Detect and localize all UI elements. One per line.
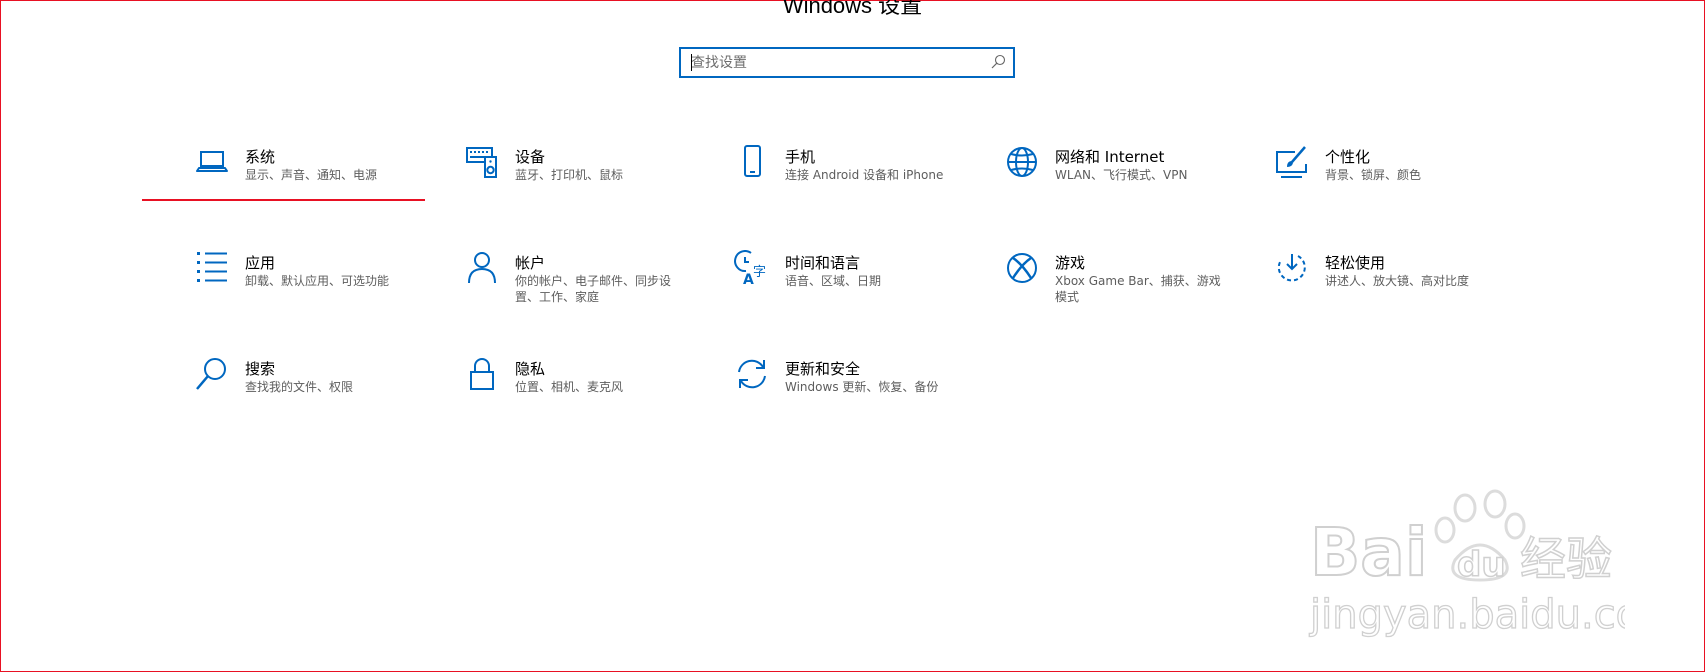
tile-phone[interactable]: 手机 连接 Android 设备和 iPhone: [682, 144, 952, 234]
svg-text:字: 字: [753, 265, 766, 280]
selected-tile-indicator: [142, 199, 425, 201]
tile-desc: 查找我的文件、权限: [245, 380, 354, 394]
window-title: Windows 设置: [782, 0, 923, 18]
tile-system[interactable]: 系统 显示、声音、通知、电源: [142, 144, 412, 234]
tile-name: 手机: [785, 148, 816, 166]
tile-accounts[interactable]: 帐户 你的帐户、电子邮件、同步设置、工作、家庭: [412, 250, 682, 340]
xbox-icon: [1004, 250, 1040, 286]
tile-name: 隐私: [515, 360, 546, 378]
tile-search[interactable]: 搜索 查找我的文件、权限: [142, 356, 412, 446]
tile-desc: 背景、锁屏、颜色: [1325, 168, 1422, 182]
tile-desc: Xbox Game Bar、捕获、游戏模式: [1055, 274, 1221, 304]
tile-ease-of-access[interactable]: 轻松使用 讲述人、放大镜、高对比度: [1222, 250, 1492, 340]
tile-update-security[interactable]: 更新和安全 Windows 更新、恢复、备份: [682, 356, 952, 446]
time-language-icon: A字: [734, 250, 770, 288]
person-icon: [464, 250, 500, 286]
laptop-icon: [194, 144, 230, 180]
watermark-brand: Bai: [1310, 514, 1427, 591]
search-box[interactable]: [679, 47, 1015, 78]
tile-devices[interactable]: 设备 蓝牙、打印机、鼠标: [412, 144, 682, 234]
tile-desc: 连接 Android 设备和 iPhone: [785, 168, 944, 182]
tile-name: 轻松使用: [1325, 254, 1386, 272]
tile-gaming[interactable]: 游戏 Xbox Game Bar、捕获、游戏模式: [952, 250, 1222, 340]
tile-name: 设备: [515, 148, 546, 166]
tile-network[interactable]: 网络和 Internet WLAN、飞行模式、VPN: [952, 144, 1222, 234]
tile-privacy[interactable]: 隐私 位置、相机、麦克风: [412, 356, 682, 446]
tile-time-language[interactable]: A字 时间和语言 语音、区域、日期: [682, 250, 952, 340]
search-icon[interactable]: [990, 54, 1006, 70]
keyboard-speaker-icon: [464, 144, 500, 180]
tile-name: 游戏: [1055, 254, 1086, 272]
tile-name: 帐户: [515, 254, 546, 272]
tile-desc: 卸载、默认应用、可选功能: [245, 274, 390, 288]
watermark-brand-cn: 经验: [1520, 532, 1612, 586]
baidu-watermark-logo: Bai du 经验 jingyan.baidu.com: [1308, 489, 1625, 639]
tile-name: 个性化: [1325, 148, 1371, 166]
watermark-brand-du: du: [1457, 545, 1506, 585]
tile-name: 时间和语言: [785, 254, 861, 272]
app-list-icon: [194, 250, 230, 286]
tile-apps[interactable]: 应用 卸载、默认应用、可选功能: [142, 250, 412, 340]
tile-name: 应用: [245, 254, 276, 272]
tile-desc: 讲述人、放大镜、高对比度: [1325, 274, 1470, 288]
tile-desc: 你的帐户、电子邮件、同步设置、工作、家庭: [515, 274, 672, 304]
tile-desc: WLAN、飞行模式、VPN: [1055, 168, 1188, 182]
watermark-url: jingyan.baidu.com: [1309, 592, 1625, 638]
tile-desc: 语音、区域、日期: [785, 274, 882, 288]
tile-personalization[interactable]: 个性化 背景、锁屏、颜色: [1222, 144, 1492, 234]
tile-desc: 显示、声音、通知、电源: [245, 168, 378, 182]
phone-icon: [734, 144, 770, 180]
tile-desc: Windows 更新、恢复、备份: [785, 380, 939, 394]
tile-name: 系统: [245, 148, 276, 166]
tile-name: 网络和 Internet: [1055, 148, 1165, 166]
tile-name: 更新和安全: [785, 360, 861, 378]
tile-name: 搜索: [245, 360, 276, 378]
lock-icon: [464, 356, 500, 392]
search-input[interactable]: [691, 52, 991, 73]
text-caret: [691, 54, 692, 71]
refresh-icon: [734, 356, 770, 392]
tile-desc: 位置、相机、麦克风: [515, 380, 624, 394]
paint-brush-icon: [1274, 144, 1310, 180]
ease-of-access-icon: [1274, 250, 1310, 286]
tile-desc: 蓝牙、打印机、鼠标: [515, 168, 624, 182]
magnifier-icon: [194, 356, 230, 392]
globe-icon: [1004, 144, 1040, 180]
